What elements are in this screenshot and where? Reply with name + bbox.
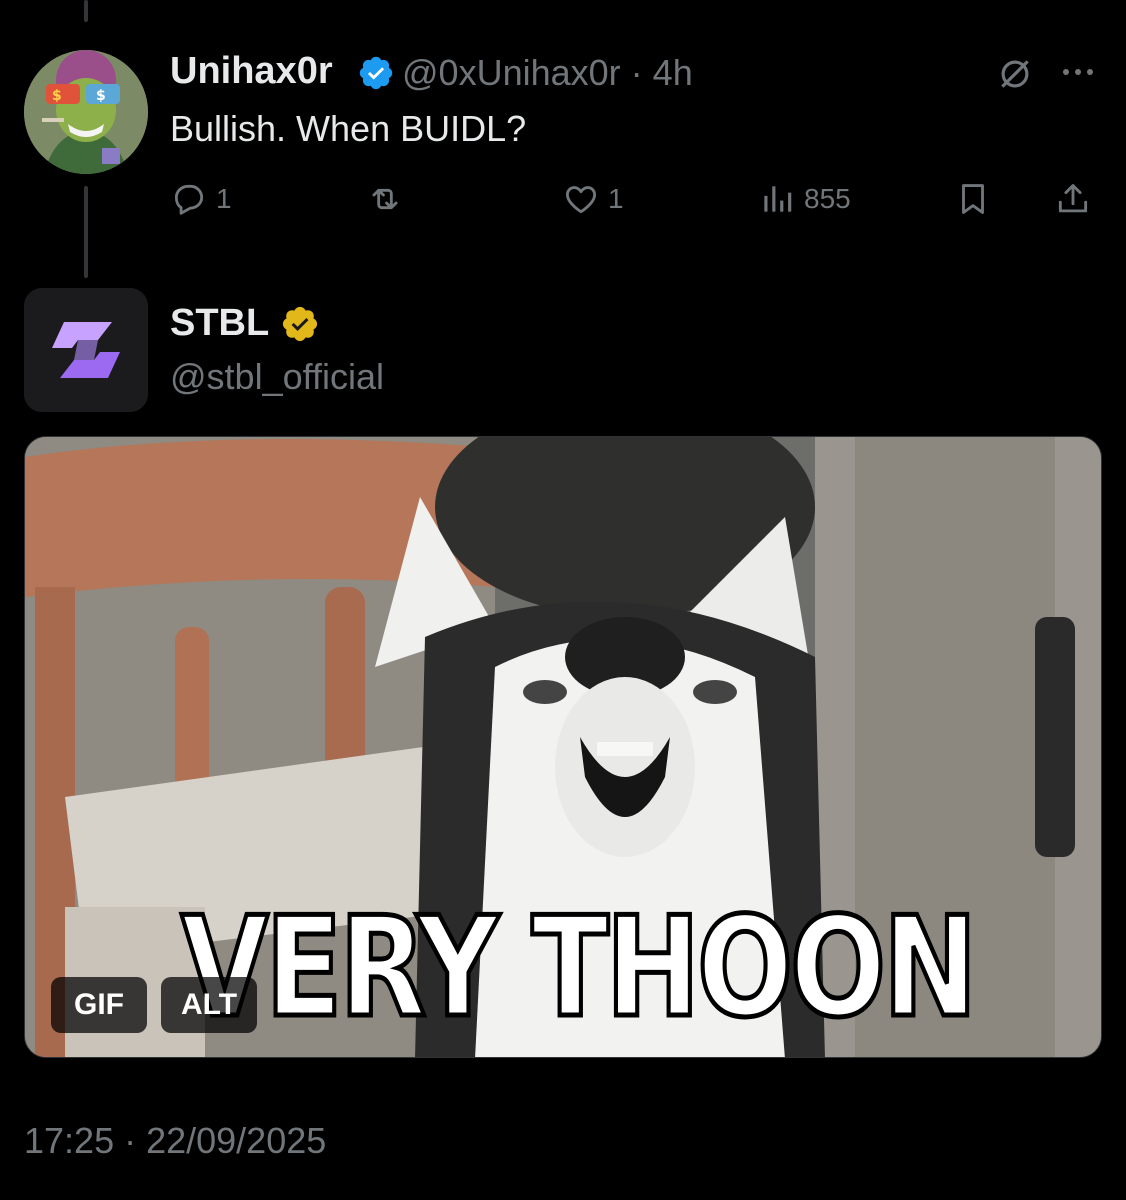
views-count: 855 [804,183,851,214]
gif-media[interactable]: VERY THOON GIF ALT [24,436,1102,1058]
bookmark-button[interactable] [954,172,992,226]
avatar-stbl[interactable] [24,288,148,412]
gold-verified-badge-icon [282,306,318,342]
reply-action-bar: 1 1 855 [170,172,1100,226]
reply-handle[interactable]: @0xUnihax0r [402,52,621,93]
repost-icon [372,188,398,210]
share-icon [1058,184,1088,213]
reply-display-name[interactable]: Unihax0r [170,50,333,93]
reply-time[interactable]: 4h [653,52,693,93]
views-button[interactable]: 855 [758,172,851,226]
svg-text:$: $ [52,88,62,104]
verified-badge-icon [359,56,393,90]
separator-dot: · [630,52,643,93]
thread-line [84,186,88,278]
reply-button[interactable]: 1 [170,172,232,226]
like-button[interactable]: 1 [562,172,624,226]
gif-caption: VERY THOON [179,887,980,1048]
svg-text:$: $ [96,88,106,104]
like-count: 1 [608,183,624,214]
repost-button[interactable] [366,172,412,226]
like-icon [565,186,597,214]
alt-badge[interactable]: ALT [161,977,257,1033]
reply-handle-time: @0xUnihax0r · 4h [402,52,693,94]
more-icon[interactable] [1058,62,1098,82]
avatar-unihax0r[interactable]: $ $ [24,50,148,174]
reply-icon [174,184,204,215]
reply-count: 1 [216,183,232,214]
views-icon [764,186,792,212]
reply-text: Bullish. When BUIDL? [170,108,527,149]
bookmark-icon [962,184,984,214]
gif-badge[interactable]: GIF [51,977,147,1033]
share-button[interactable] [1054,172,1092,226]
author-handle[interactable]: @stbl_official [170,356,384,398]
tweet-timestamp[interactable]: 17:25 · 22/09/2025 [24,1120,326,1162]
author-display-name[interactable]: STBL [170,302,269,345]
thread-line-top [84,0,88,22]
stbl-logo-icon [24,288,148,412]
mute-icon[interactable] [996,55,1034,93]
